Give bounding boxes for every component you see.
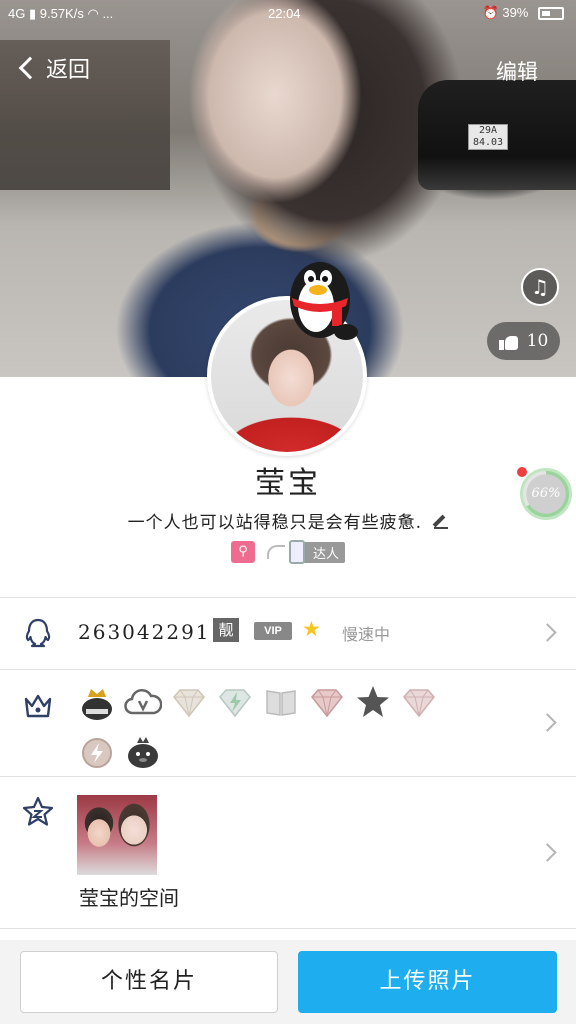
- badges: ⚲ 达人: [231, 540, 346, 564]
- green-diamond-icon: [219, 689, 251, 718]
- qq-penguin-outline-icon: [25, 618, 51, 648]
- qq-penguin-icon: [290, 262, 358, 340]
- signal-icon: ▮: [28, 6, 37, 21]
- upload-photo-button[interactable]: 上传照片: [298, 951, 557, 1013]
- cloud-v-icon: [124, 689, 162, 715]
- lightning-icon: [82, 738, 112, 768]
- qq-number: 2630422911: [78, 620, 226, 644]
- status-left: 4G ▮ 9.57K/s ◠ ...: [8, 6, 113, 22]
- progress-ring[interactable]: 66%: [520, 468, 572, 520]
- daren-label: 达人: [303, 541, 346, 563]
- qzone-star-icon: [22, 796, 54, 826]
- vip-tag: VIP: [254, 622, 292, 640]
- signature[interactable]: 一个人也可以站得稳只是会有些疲惫.: [0, 508, 576, 533]
- wifi-icon: ◠: [87, 6, 99, 21]
- back-button[interactable]: 返回: [14, 52, 90, 84]
- battery-icon: [538, 7, 564, 21]
- edit-button[interactable]: 编辑: [496, 56, 538, 86]
- notification-dot: [517, 467, 527, 477]
- pencil-icon[interactable]: [434, 515, 449, 529]
- qzone-photo-thumbnail[interactable]: [77, 795, 157, 875]
- thumbs-up-icon: [498, 332, 519, 350]
- star-icon: ★: [302, 617, 321, 641]
- liang-tag: 靓: [213, 618, 239, 642]
- red-diamond-icon: [311, 689, 343, 718]
- alarm-icon: ⏰: [482, 5, 499, 20]
- chevron-right-icon: [538, 713, 557, 732]
- chevron-right-icon: [538, 843, 557, 862]
- more-dots: ...: [102, 6, 114, 21]
- signature-text: 一个人也可以站得稳只是会有些疲惫.: [127, 513, 422, 533]
- status-text: 慢速中: [342, 625, 391, 644]
- pink-diamond-icon: [403, 689, 435, 718]
- status-bar: 4G ▮ 9.57K/s ◠ ... 22:04 ⏰ 39%: [0, 0, 576, 28]
- like-button[interactable]: 10: [487, 322, 560, 360]
- net-speed: 9.57K/s: [39, 6, 84, 21]
- cover-car-plate: 29A 84.03: [468, 124, 508, 150]
- privilege-icons: [78, 683, 458, 771]
- chevron-right-icon: [538, 623, 557, 642]
- battery-percent: 39%: [502, 5, 529, 20]
- profile-card-button[interactable]: 个性名片: [20, 951, 278, 1013]
- like-count: 10: [526, 331, 549, 351]
- qq-penguin-crown-icon: [82, 689, 112, 720]
- divider: [0, 928, 576, 929]
- wing-icon: [267, 545, 285, 559]
- nickname: 莹宝: [255, 466, 321, 501]
- back-label: 返回: [46, 58, 91, 83]
- status-time: 22:04: [268, 6, 301, 21]
- qzone-label: 莹宝的空间: [79, 886, 179, 910]
- back-chevron-icon: [18, 56, 42, 80]
- network-label: 4G: [8, 6, 26, 21]
- music-icon[interactable]: ♫: [521, 268, 559, 306]
- star-badge-icon: [357, 686, 389, 717]
- search-person-icon[interactable]: ⚲: [231, 541, 255, 563]
- diamond-icon: [173, 689, 205, 718]
- penguin-icon: [128, 737, 158, 768]
- phone-icon: [289, 540, 305, 564]
- crown-icon: [24, 694, 52, 718]
- daren-badge[interactable]: 达人: [267, 540, 346, 564]
- status-right: ⏰ 39%: [483, 5, 564, 21]
- book-icon: [266, 690, 296, 716]
